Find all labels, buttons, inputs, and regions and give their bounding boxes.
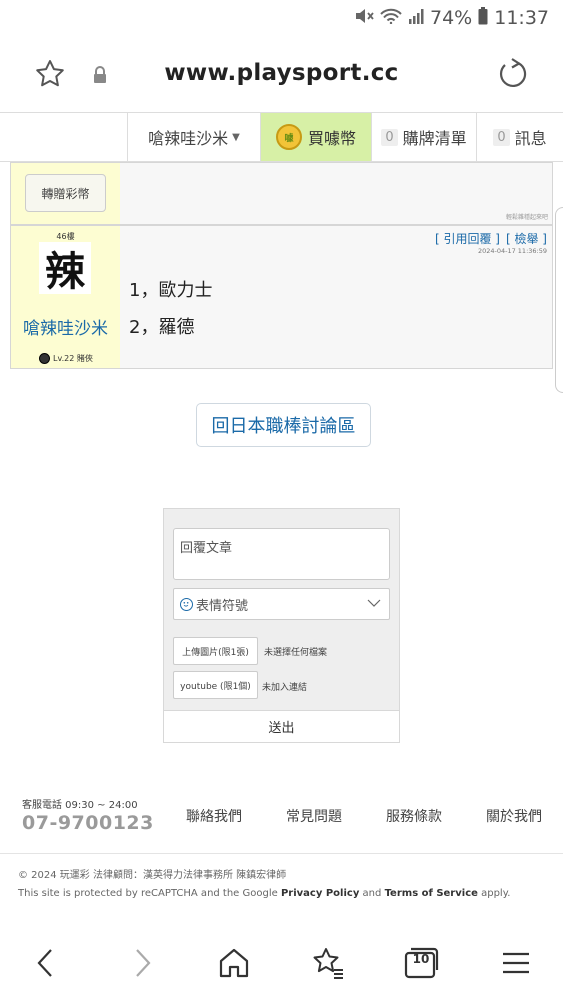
copyright: © 2024 玩運彩 法律顧問：漢英得力法律事務所 陳鎮宏律師: [18, 870, 287, 881]
privacy-policy-link[interactable]: Privacy Policy: [281, 888, 359, 899]
browser-toolbar: [0, 925, 563, 1000]
messages-label: 訊息: [514, 129, 547, 148]
recaptcha-prefix: This site is protected by reCAPTCHA and …: [18, 888, 278, 899]
footer-link-about[interactable]: 關於我們: [486, 806, 542, 826]
forward-icon[interactable]: [124, 945, 160, 981]
buy-coins-button[interactable]: 噱 買噱幣: [261, 113, 372, 161]
status-bar: 74% 11:37: [0, 0, 563, 38]
battery-icon: [478, 7, 488, 29]
bookmarks-icon[interactable]: [310, 945, 346, 981]
support-phone[interactable]: 07-9700123: [22, 812, 154, 834]
tab-count: 10: [412, 952, 430, 966]
caret-down-icon: ▼: [232, 131, 240, 143]
user-menu-label: 嗆辣哇沙米: [148, 129, 229, 148]
footer-link-contact[interactable]: 聯絡我們: [186, 806, 242, 826]
smiley-icon: [180, 597, 193, 611]
url-field[interactable]: www.playsport.cc: [0, 60, 563, 86]
cart-link[interactable]: 0 購牌清單: [372, 113, 477, 161]
gift-coins-button[interactable]: 轉贈彩幣: [25, 174, 106, 212]
signature-text: 輕鬆雜穩起來吧: [505, 214, 548, 221]
user-menu[interactable]: 嗆辣哇沙米 ▼: [127, 113, 261, 161]
clock: 11:37: [494, 7, 549, 29]
recaptcha-notice: This site is protected by reCAPTCHA and …: [18, 888, 510, 899]
emoji-select[interactable]: 表情符號: [173, 588, 390, 620]
wifi-icon: [380, 8, 402, 28]
back-icon[interactable]: [28, 945, 64, 981]
upload-status: 未選擇任何檔案: [264, 648, 328, 658]
post-actions: [ 引用回覆 ] [ 檢舉 ]: [435, 230, 547, 247]
message-count: 0: [493, 128, 510, 146]
post-timestamp: 2024-04-17 11:36:59: [477, 247, 547, 255]
terms-of-service-link[interactable]: Terms of Service: [385, 888, 478, 899]
avatar[interactable]: 辣: [39, 242, 91, 295]
youtube-link-button[interactable]: youtube (限1個): [173, 671, 258, 699]
submit-button[interactable]: 送出: [164, 710, 399, 742]
post-content: 1，歐力士 2，羅德: [129, 272, 212, 346]
chevron-down-icon: [366, 595, 382, 611]
messages-link[interactable]: 0 訊息: [477, 113, 563, 161]
menu-icon[interactable]: [498, 945, 534, 981]
post-line: 2，羅德: [129, 317, 195, 338]
footer: 客服電話 09:30 ~ 24:00 07-9700123 聯絡我們 常見問題 …: [0, 782, 563, 854]
emoji-select-label: 表情符號: [196, 598, 249, 614]
post-sidebar: 轉贈彩幣: [11, 163, 120, 224]
previous-post: 轉贈彩幣 輕鬆雜穩起來吧: [10, 162, 553, 225]
home-icon[interactable]: [216, 945, 252, 981]
quote-reply-link[interactable]: [ 引用回覆 ]: [435, 230, 500, 247]
side-panel-handle[interactable]: [555, 207, 563, 393]
level-badge-icon: [39, 353, 50, 364]
coin-icon: 噱: [275, 124, 302, 150]
post-line: 1，歐力士: [129, 280, 213, 301]
cart-count: 0: [381, 128, 398, 146]
coin-badge-text: 噱: [284, 134, 294, 144]
mute-icon: [354, 8, 374, 28]
cart-label: 購牌清單: [402, 129, 467, 148]
support-hours: 客服電話 09:30 ~ 24:00: [22, 800, 138, 811]
address-bar: www.playsport.cc: [0, 38, 563, 112]
footer-link-terms[interactable]: 服務條款: [386, 806, 442, 826]
recaptcha-and: and: [362, 888, 382, 899]
recaptcha-apply: apply.: [481, 888, 511, 899]
author-name[interactable]: 嗆辣哇沙米: [11, 314, 120, 339]
user-level: Lv.22 賭俠: [39, 353, 93, 364]
battery-percent: 74%: [430, 7, 473, 29]
buy-coins-label: 買噱幣: [307, 129, 356, 148]
reply-form: 回覆文章 表情符號 上傳圖片(限1張) 未選擇任何檔案 youtube (限1個…: [163, 508, 400, 743]
level-text: Lv.22 賭俠: [53, 354, 93, 363]
report-link[interactable]: [ 檢舉 ]: [506, 230, 547, 247]
forum-post: 46樓 辣 嗆辣哇沙米 Lv.22 賭俠 [ 引用回覆 ] [ 檢舉 ] 202…: [10, 225, 553, 369]
site-nav: 嗆辣哇沙米 ▼ 噱 買噱幣 0 購牌清單 0 訊息: [0, 112, 563, 162]
post-sidebar: 46樓 辣 嗆辣哇沙米 Lv.22 賭俠: [11, 226, 120, 368]
youtube-status: 未加入連結: [262, 683, 308, 693]
status-icons: 74% 11:37: [354, 7, 549, 29]
signal-icon: [408, 8, 424, 28]
reload-icon[interactable]: [496, 57, 530, 91]
back-to-forum-button[interactable]: 回日本職棒討論區: [196, 403, 371, 447]
reply-textarea[interactable]: 回覆文章: [173, 528, 390, 580]
footer-link-faq[interactable]: 常見問題: [286, 806, 342, 826]
upload-image-button[interactable]: 上傳圖片(限1張): [173, 637, 258, 665]
